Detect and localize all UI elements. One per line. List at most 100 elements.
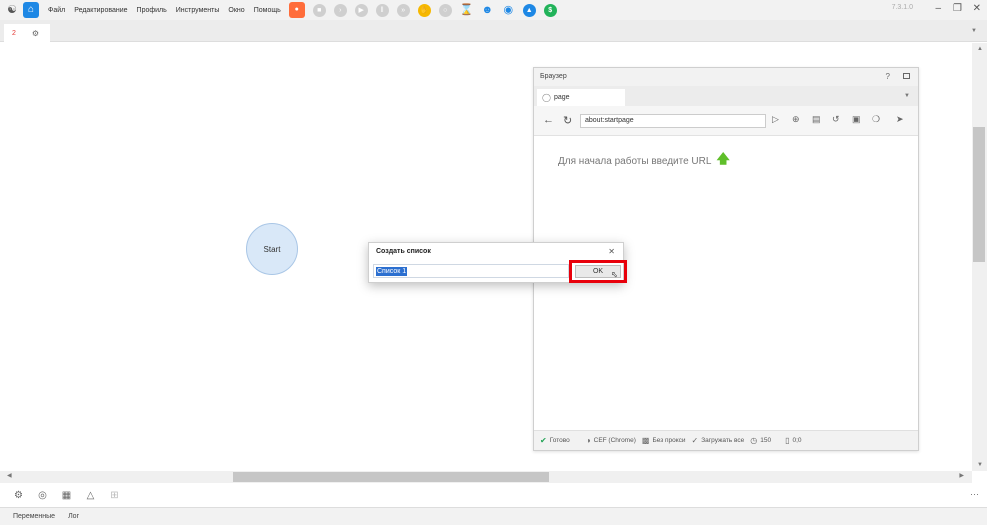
browser-content[interactable]: Для начала работы введите URL 🡅 xyxy=(534,136,918,432)
globe-icon: ◯ xyxy=(542,93,551,102)
menu-file[interactable]: Файл xyxy=(48,7,65,14)
settings-icon[interactable]: ⚙ xyxy=(32,29,39,38)
document-tab[interactable]: 2 ⚙ xyxy=(4,24,50,42)
record-icon[interactable]: ● xyxy=(288,2,305,18)
toolbar-icons: ● ■ › ▶ ‖ » ✋ ○ ⌛ ☻ ◉ ▲ $ xyxy=(288,2,565,18)
menu-help[interactable]: Помощь xyxy=(254,7,281,14)
maximize-icon[interactable] xyxy=(903,73,910,79)
horizontal-scrollbar[interactable]: ◀ ▶ xyxy=(0,471,972,483)
status-engine[interactable]: ◑ CEF (Chrome) xyxy=(586,436,636,445)
chevron-down-icon[interactable]: ▼ xyxy=(971,28,977,34)
check-circle-icon: ✔ xyxy=(540,436,547,445)
list-name-input[interactable]: Список 1 xyxy=(373,264,569,278)
scroll-right-icon[interactable]: ▶ xyxy=(959,472,964,479)
refresh-page-icon[interactable]: ↺ xyxy=(832,114,840,125)
status-load-text: Загружать все xyxy=(701,437,745,444)
add-circle-icon[interactable]: ⊕ xyxy=(792,114,800,125)
back-arrow-icon[interactable]: ← xyxy=(543,114,554,126)
pointer-icon[interactable]: ➤ xyxy=(896,114,904,125)
step-icon[interactable]: › xyxy=(333,3,347,17)
ok-highlight-frame: OK ⬁ xyxy=(569,260,627,283)
status-coords: ▯ 0;0 xyxy=(785,436,801,445)
tab-variables[interactable]: Переменные xyxy=(13,513,55,520)
go-icon[interactable]: ▷ xyxy=(772,114,779,125)
hand-icon[interactable]: ✋ xyxy=(417,3,431,17)
scroll-up-icon[interactable]: ▲ xyxy=(977,46,983,52)
restore-icon[interactable]: ❐ xyxy=(953,3,962,14)
menu-window[interactable]: Окно xyxy=(228,7,244,14)
breakpoint-icon[interactable]: ○ xyxy=(438,3,452,17)
triangle-icon[interactable]: ▲ xyxy=(522,3,536,17)
url-input[interactable]: about:startpage xyxy=(580,114,766,128)
pause-icon[interactable]: ‖ xyxy=(375,3,389,17)
document-tab-row: 2 ⚙ ▼ xyxy=(0,20,987,42)
version-label: 7.3.1.0 xyxy=(891,4,913,11)
hourglass-icon[interactable]: ⌛ xyxy=(460,4,474,17)
dollar-icon[interactable]: $ xyxy=(543,3,557,17)
bottom-panel-tabs: Переменные Лог xyxy=(0,507,987,525)
mouse-cursor-icon: ⬁ xyxy=(611,270,618,279)
browser-tab-row: ◯ page ▼ xyxy=(534,86,918,106)
eye-icon[interactable]: ◉ xyxy=(502,4,515,17)
page-icon[interactable]: ▤ xyxy=(812,114,821,125)
stop-icon[interactable]: ■ xyxy=(312,3,326,17)
scroll-down-icon[interactable]: ▼ xyxy=(977,462,983,468)
mouse-icon: ▯ xyxy=(785,436,790,445)
gear-icon[interactable]: ⚙ xyxy=(13,490,24,501)
more-icon[interactable]: ⋯ xyxy=(970,489,979,500)
horizontal-scroll-thumb[interactable] xyxy=(233,472,549,482)
browser-title: Браузер xyxy=(540,73,567,80)
clock-icon: ◷ xyxy=(750,436,758,445)
status-engine-text: CEF (Chrome) xyxy=(593,437,636,444)
start-node[interactable]: Start xyxy=(246,223,298,275)
chrome-icon: ◑ xyxy=(585,436,591,445)
menu-tools[interactable]: Инструменты xyxy=(176,7,220,14)
start-hint: Для начала работы введите URL 🡅 xyxy=(558,150,730,172)
status-ready-text: Готово xyxy=(549,437,570,444)
browser-tab-page[interactable]: ◯ page xyxy=(537,89,625,106)
start-hint-text: Для начала работы введите URL xyxy=(558,155,712,167)
browser-title-bar: Браузер ? xyxy=(534,68,918,86)
status-count-text: 150 xyxy=(760,437,772,444)
start-node-label: Start xyxy=(263,244,281,254)
app-logo-icon: ☯ xyxy=(7,4,17,16)
lock-icon[interactable]: △ xyxy=(85,490,96,501)
skip-icon[interactable]: » xyxy=(396,3,410,17)
status-proxy-text: Без прокси xyxy=(652,437,686,444)
status-ready: ✔ Готово xyxy=(540,436,570,445)
check-circle-icon: ✓ xyxy=(691,436,699,445)
minimize-icon[interactable]: – xyxy=(935,3,941,14)
close-icon[interactable]: ✕ xyxy=(608,247,615,256)
vertical-scroll-thumb[interactable] xyxy=(973,127,985,262)
tab-log[interactable]: Лог xyxy=(68,513,79,520)
menu-profile[interactable]: Профиль xyxy=(137,7,167,14)
up-arrow-icon: 🡅 xyxy=(716,151,730,166)
browser-nav-bar: ← ↻ about:startpage ▷ ⊕ ▤ ↺ ▣ ❍ ➤ xyxy=(534,106,918,136)
menu-bar: ☯ ⌂ Файл Редактирование Профиль Инструме… xyxy=(0,0,987,20)
user-icon[interactable]: ☻ xyxy=(481,4,494,17)
help-icon[interactable]: ? xyxy=(886,72,890,81)
reload-icon[interactable]: ↻ xyxy=(563,114,572,127)
screenshot-icon[interactable]: ▣ xyxy=(852,114,861,125)
scroll-left-icon[interactable]: ◀ xyxy=(7,472,12,479)
document-tab-label: 2 xyxy=(12,29,16,37)
menu-edit[interactable]: Редактирование xyxy=(74,7,127,14)
dialog-title: Создать список xyxy=(376,248,431,255)
browser-tab-label: page xyxy=(553,94,570,101)
grid-icon[interactable]: ▦ xyxy=(61,490,72,501)
status-count[interactable]: ◷ 150 xyxy=(750,436,771,445)
vertical-scrollbar[interactable]: ▲ ▼ xyxy=(972,43,987,471)
chevron-down-icon[interactable]: ▼ xyxy=(904,93,910,99)
monitor-icon: ▩ xyxy=(641,436,650,445)
status-proxy[interactable]: ▩ Без прокси xyxy=(642,436,686,445)
add-icon[interactable]: ⊞ xyxy=(109,490,120,501)
cookie-icon[interactable]: ❍ xyxy=(872,114,880,125)
close-window-icon[interactable]: ✕ xyxy=(973,3,981,14)
target-icon[interactable]: ◎ xyxy=(37,490,48,501)
home-button[interactable]: ⌂ xyxy=(23,2,39,18)
list-name-value: Список 1 xyxy=(376,267,408,276)
browser-status-bar: ✔ Готово ◑ CEF (Chrome) ▩ Без прокси ✓ Загру… xyxy=(534,430,918,450)
bottom-toolbar: ⚙ ◎ ▦ △ ⊞ ⋯ xyxy=(0,483,987,507)
status-load[interactable]: ✓ Загружать все xyxy=(692,436,745,445)
play-icon[interactable]: ▶ xyxy=(354,3,368,17)
